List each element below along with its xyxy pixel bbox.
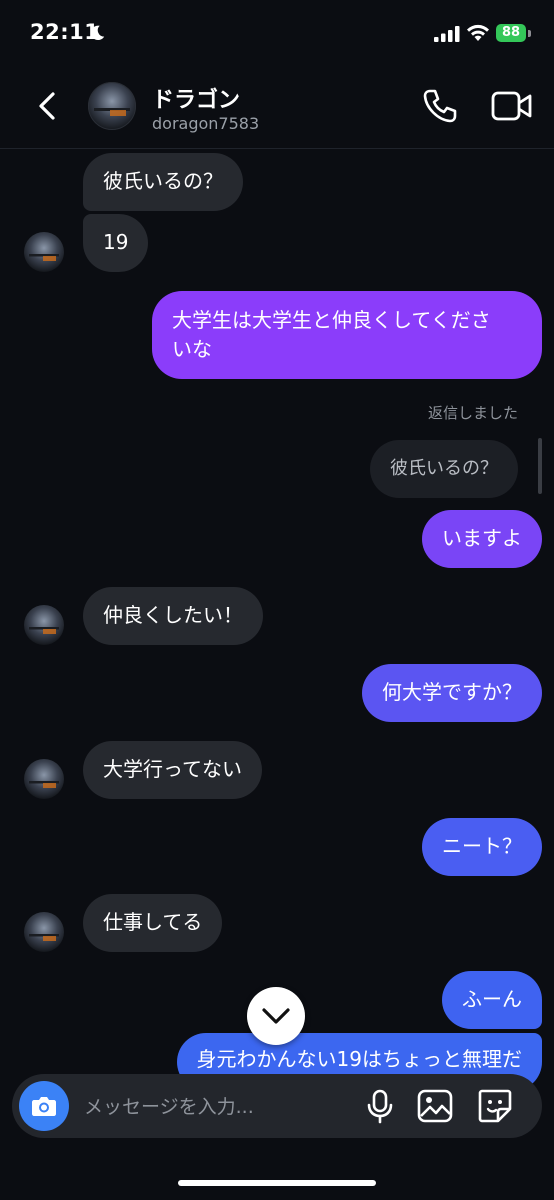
back-button[interactable] bbox=[28, 86, 68, 126]
sender-avatar[interactable] bbox=[24, 759, 64, 799]
message-text-line: いな bbox=[172, 337, 212, 361]
gallery-button[interactable] bbox=[416, 1088, 454, 1124]
incoming-message[interactable]: 彼氏いるの？ bbox=[83, 153, 243, 211]
sender-avatar[interactable] bbox=[24, 232, 64, 272]
incoming-message[interactable]: 19 bbox=[83, 214, 149, 272]
message-text: 何大学ですか？ bbox=[382, 680, 522, 704]
incoming-message[interactable]: 仲良くしたい！ bbox=[83, 587, 263, 645]
sender-avatar[interactable] bbox=[24, 912, 64, 952]
battery-cap bbox=[528, 30, 531, 37]
outgoing-message[interactable]: 大学生は大学生と仲良くしてくださ いな bbox=[152, 291, 542, 379]
message-text: 大学行ってない bbox=[103, 757, 242, 781]
phone-call-button[interactable] bbox=[420, 86, 460, 126]
reply-note: 返信しました bbox=[427, 404, 518, 422]
message-text: ふーん bbox=[462, 987, 522, 1011]
chevron-down-icon bbox=[262, 1008, 290, 1024]
outgoing-message[interactable]: 何大学ですか？ bbox=[362, 664, 542, 722]
status-bar: 22:11 88 bbox=[0, 0, 554, 70]
outgoing-message[interactable]: ニート？ bbox=[422, 818, 542, 876]
outgoing-message[interactable]: ふーん bbox=[442, 971, 542, 1029]
moon-icon bbox=[90, 25, 105, 41]
sticker-button[interactable] bbox=[476, 1087, 514, 1125]
message-text: いますよ bbox=[442, 526, 522, 550]
message-text: 彼氏いるの？ bbox=[103, 169, 223, 193]
microphone-button[interactable] bbox=[362, 1088, 398, 1124]
message-text-line: 大学生は大学生と仲良くしてくださ bbox=[172, 308, 491, 332]
scroll-indicator bbox=[538, 438, 542, 494]
contact-name[interactable]: ドラゴン bbox=[152, 82, 240, 114]
message-text: 身元わかんない19はちょっと無理だ bbox=[196, 1047, 522, 1071]
message-input[interactable] bbox=[82, 1084, 346, 1130]
battery-icon: 88 bbox=[496, 24, 526, 42]
video-call-button[interactable] bbox=[490, 86, 534, 126]
signal-icon bbox=[434, 26, 460, 42]
message-text: 仕事してる bbox=[103, 910, 203, 934]
outgoing-message[interactable]: いますよ bbox=[422, 510, 542, 568]
header-avatar[interactable] bbox=[88, 82, 136, 130]
incoming-message[interactable]: 仕事してる bbox=[83, 894, 223, 952]
message-text: ニート？ bbox=[442, 834, 522, 858]
chat-header: ドラゴン doragon7583 bbox=[0, 70, 554, 149]
quoted-message[interactable]: 彼氏いるの？ bbox=[370, 440, 518, 498]
wifi-icon bbox=[467, 24, 489, 41]
camera-icon bbox=[32, 1097, 56, 1116]
message-text: 19 bbox=[103, 230, 129, 254]
incoming-message[interactable]: 大学行ってない bbox=[83, 741, 262, 799]
sender-avatar[interactable] bbox=[24, 605, 64, 645]
message-composer bbox=[12, 1074, 542, 1138]
contact-username: doragon7583 bbox=[152, 114, 260, 133]
camera-button[interactable] bbox=[19, 1081, 69, 1131]
home-indicator[interactable] bbox=[178, 1180, 376, 1186]
message-text: 仲良くしたい！ bbox=[103, 603, 243, 627]
scroll-to-bottom-button[interactable] bbox=[247, 987, 305, 1045]
